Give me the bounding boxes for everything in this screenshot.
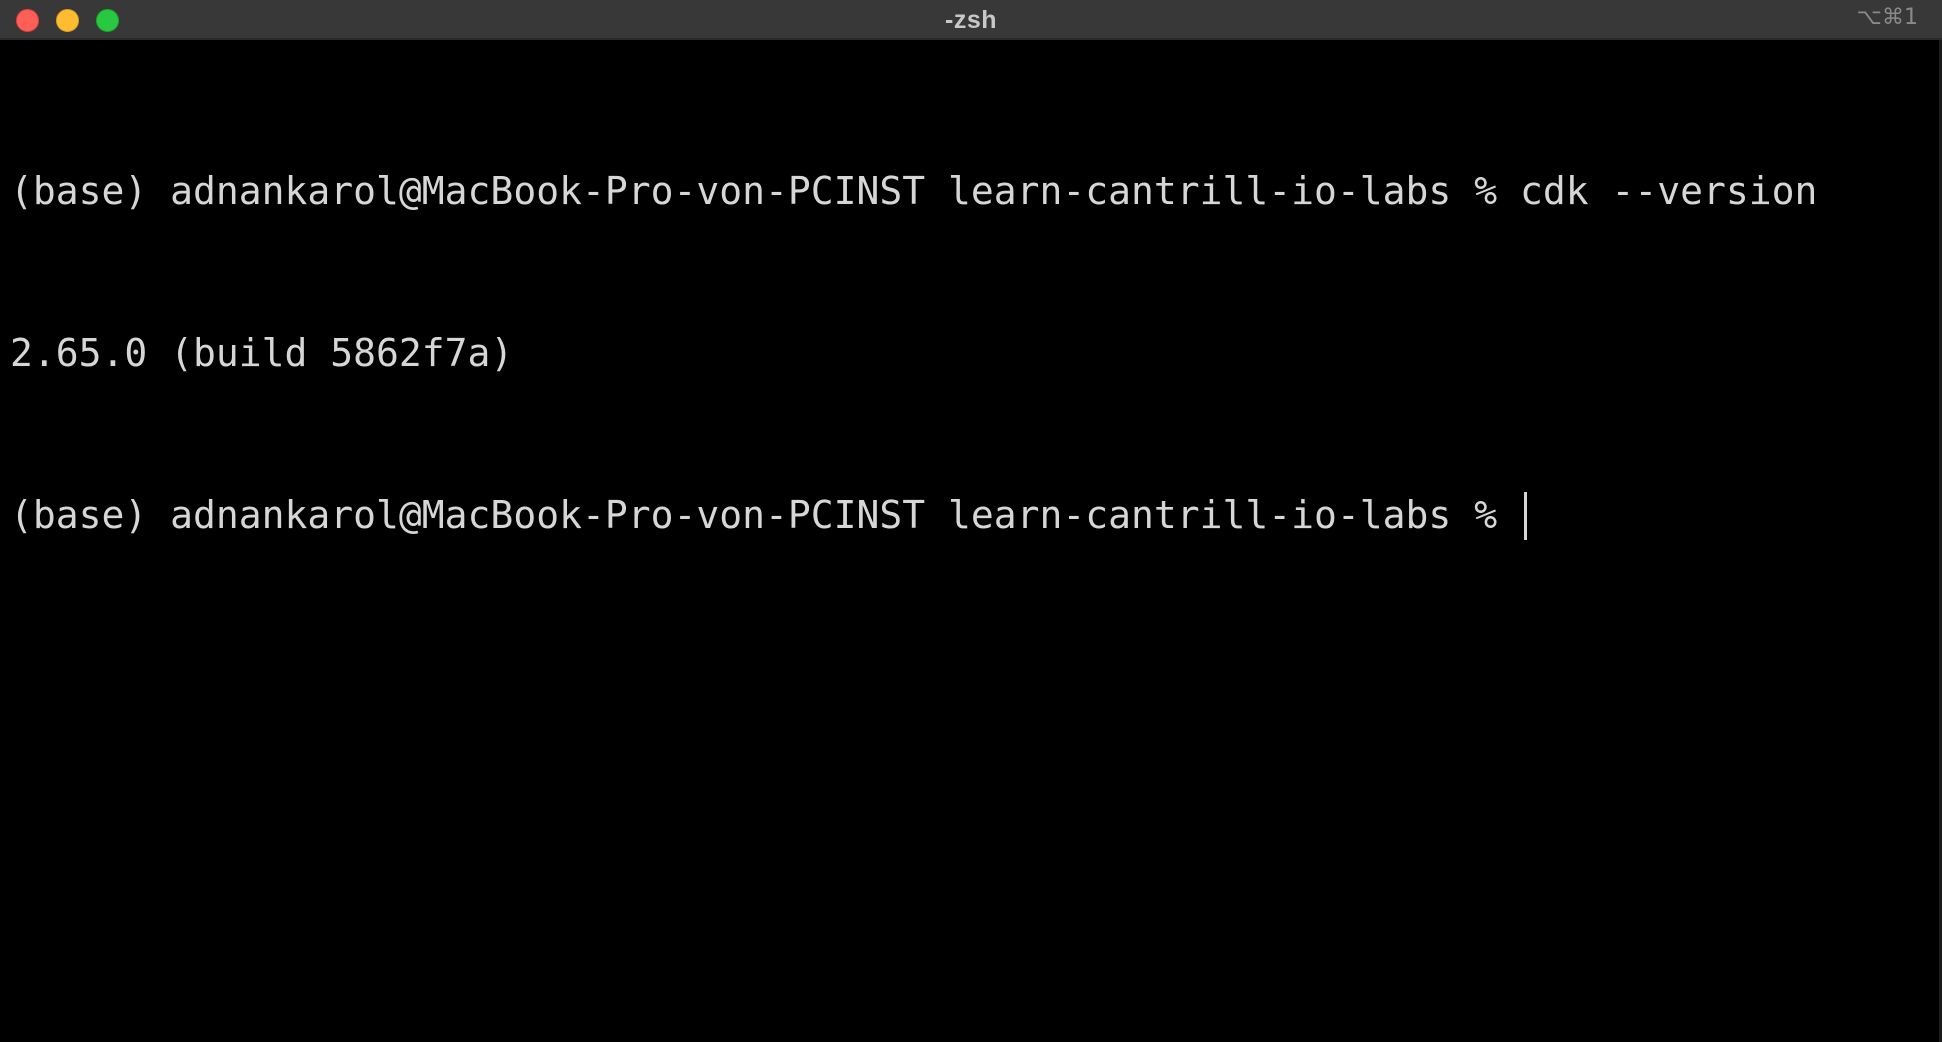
terminal-window: -zsh ⌥⌘1 (base) adnankarol@MacBook-Pro-v… (0, 0, 1942, 1042)
terminal-line-command: (base) adnankarol@MacBook-Pro-von-PCINST… (10, 169, 1818, 213)
prompt-text: (base) adnankarol@MacBook-Pro-von-PCINST… (10, 493, 1520, 537)
terminal-output[interactable]: (base) adnankarol@MacBook-Pro-von-PCINST… (0, 40, 1942, 1042)
text-cursor (1523, 492, 1527, 540)
title-bar[interactable]: -zsh ⌥⌘1 (0, 0, 1942, 40)
terminal-line-output: 2.65.0 (build 5862f7a) (10, 331, 514, 375)
terminal-line-prompt[interactable]: (base) adnankarol@MacBook-Pro-von-PCINST… (10, 488, 1942, 542)
window-shortcut-label: ⌥⌘1 (1856, 5, 1918, 30)
window-title: -zsh (945, 6, 997, 34)
